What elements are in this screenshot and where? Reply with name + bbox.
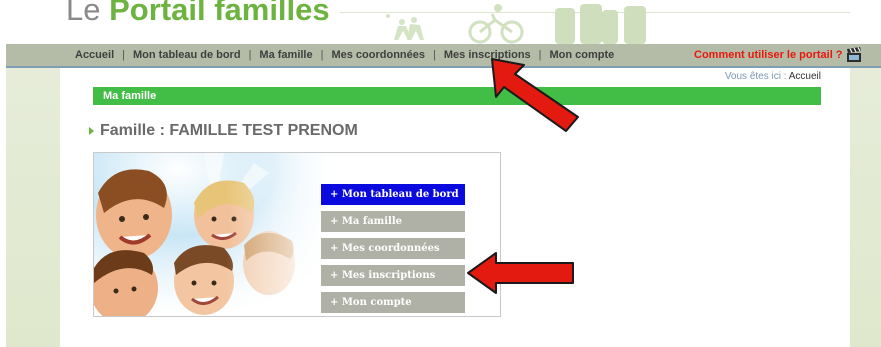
logo-prefix: Le	[66, 0, 101, 27]
nav-separator: |	[248, 49, 252, 61]
nav-item-mes-coordonnees[interactable]: Mes coordonnées	[330, 49, 426, 61]
menu-button-mes-inscriptions[interactable]: + Mes inscriptions	[321, 265, 465, 286]
page-title: Famille : FAMILLE TEST PRENOM	[89, 122, 358, 140]
clapperboard-icon[interactable]	[846, 47, 862, 63]
menu-button-mon-compte[interactable]: + Mon compte	[321, 292, 465, 313]
nav-item-tableau-de-bord[interactable]: Mon tableau de bord	[132, 49, 242, 61]
help-link[interactable]: Comment utiliser le portail ?	[694, 49, 843, 61]
nav-separator: |	[433, 49, 436, 61]
menu-button-ma-famille[interactable]: + Ma famille	[321, 211, 465, 232]
site-logo[interactable]: Le Portail familles	[66, 0, 330, 30]
page: Le Portail familles Accueil | Mon tablea…	[0, 0, 881, 347]
children-photo	[94, 153, 334, 316]
right-side-band	[850, 68, 881, 347]
nav-separator: |	[122, 49, 125, 61]
section-header: Ma famille	[93, 87, 821, 105]
page-title-text: Famille : FAMILLE TEST PRENOM	[100, 122, 358, 139]
nav-item-ma-famille[interactable]: Ma famille	[258, 49, 313, 61]
left-side-band	[6, 68, 60, 347]
section-title: Ma famille	[103, 90, 157, 102]
annotation-arrow-nav	[491, 58, 579, 132]
breadcrumb: Vous êtes ici : Accueil	[725, 71, 821, 82]
nav-item-accueil[interactable]: Accueil	[74, 49, 115, 61]
menu-button-tableau-de-bord[interactable]: + Mon tableau de bord	[321, 184, 465, 205]
breadcrumb-current[interactable]: Accueil	[789, 71, 821, 82]
site-header: Le Portail familles	[0, 0, 881, 44]
main-navigation: Accueil | Mon tableau de bord | Ma famil…	[6, 44, 881, 68]
dashboard-panel: + Mon tableau de bord + Ma famille + Mes…	[93, 152, 501, 317]
menu-button-mes-coordonnees[interactable]: + Mes coordonnées	[321, 238, 465, 259]
header-illustration	[386, 4, 646, 44]
annotation-arrow-menu	[467, 252, 574, 294]
bullet-arrow-icon	[89, 127, 94, 135]
logo-title: Portail familles	[109, 0, 330, 27]
breadcrumb-prefix: Vous êtes ici :	[724, 71, 787, 82]
nav-separator: |	[320, 49, 324, 61]
